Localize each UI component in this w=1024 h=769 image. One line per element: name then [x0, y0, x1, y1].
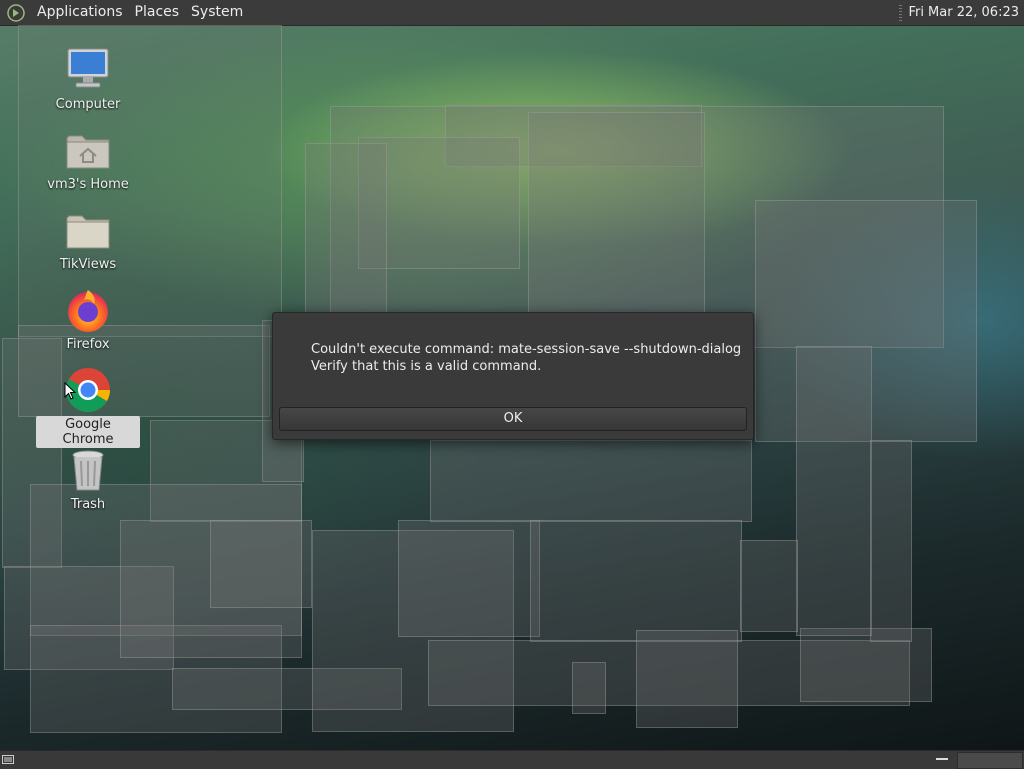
- ok-button[interactable]: OK: [279, 407, 747, 431]
- ghost-window: [800, 628, 932, 702]
- desktop-icon-label: TikViews: [59, 257, 117, 272]
- desktop-icon-tikviews[interactable]: TikViews: [36, 206, 140, 273]
- desktop-icon-computer[interactable]: Computer: [36, 46, 140, 113]
- error-message-line2: Verify that this is a valid command.: [311, 359, 542, 374]
- error-message: Couldn't execute command: mate-session-s…: [311, 341, 741, 375]
- ghost-window: [528, 112, 705, 314]
- bottom-panel: [0, 750, 1024, 769]
- home-folder-icon: [64, 126, 112, 174]
- ghost-window: [572, 662, 606, 714]
- mouse-cursor-icon: [64, 381, 77, 400]
- desktop-icon-home[interactable]: vm3's Home: [36, 126, 140, 193]
- clock[interactable]: Fri Mar 22, 06:23: [908, 5, 1024, 20]
- computer-icon: [64, 46, 112, 94]
- ghost-window: [530, 520, 742, 642]
- ghost-window: [740, 540, 798, 632]
- ghost-window: [398, 520, 540, 637]
- trash-icon: [64, 446, 112, 494]
- desktop-icon-trash[interactable]: Trash: [36, 446, 140, 513]
- desktop-icon-firefox[interactable]: Firefox: [36, 286, 140, 353]
- ghost-window: [796, 346, 872, 636]
- ghost-window: [210, 520, 312, 608]
- ghost-window: [870, 440, 912, 642]
- mate-menu-icon[interactable]: [7, 3, 25, 22]
- desktop-icon-label: Google Chrome: [36, 416, 140, 448]
- menu-system[interactable]: System: [185, 0, 249, 25]
- desktop-icon-label: Firefox: [66, 337, 110, 352]
- menu-applications[interactable]: Applications: [31, 0, 129, 25]
- workspace-switcher[interactable]: [957, 752, 1023, 769]
- desktop-icon-chrome[interactable]: Google Chrome: [36, 366, 140, 448]
- desktop-icon-label: vm3's Home: [47, 177, 129, 192]
- workspace-indicator-icon[interactable]: [936, 758, 948, 765]
- folder-icon: [64, 206, 112, 254]
- menu-places[interactable]: Places: [129, 0, 186, 25]
- firefox-icon: [64, 286, 112, 334]
- ghost-window: [636, 630, 738, 728]
- top-panel: Applications Places System Fri Mar 22, 0…: [0, 0, 1024, 26]
- desktop-icon-label: Computer: [55, 97, 121, 112]
- show-desktop-icon[interactable]: [2, 753, 14, 765]
- ghost-window: [430, 440, 752, 522]
- panel-handle: [899, 4, 903, 21]
- desktop-icon-label: Trash: [70, 497, 106, 512]
- error-dialog: Couldn't execute command: mate-session-s…: [272, 312, 754, 440]
- error-message-line1: Couldn't execute command: mate-session-s…: [311, 342, 742, 357]
